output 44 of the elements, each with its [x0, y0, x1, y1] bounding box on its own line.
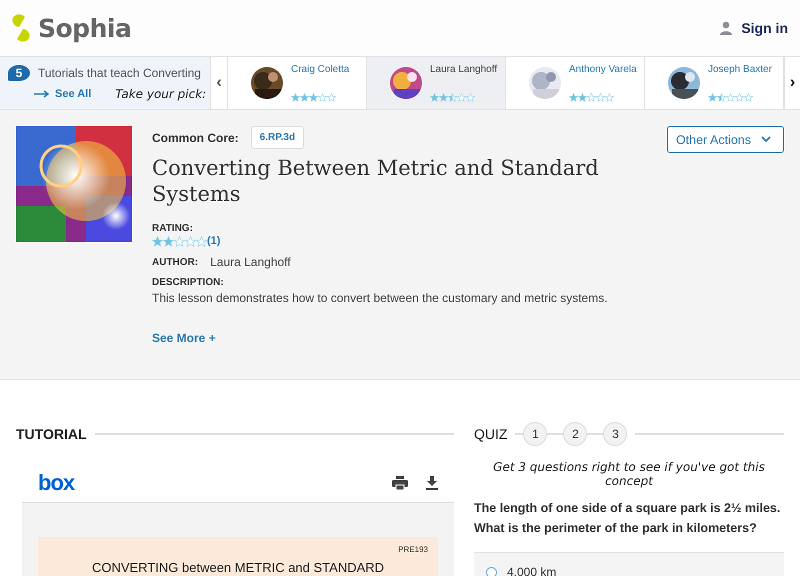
person-icon	[719, 21, 734, 35]
logo-icon	[10, 14, 32, 42]
tutor-card[interactable]: Joseph Baxter	[645, 57, 784, 109]
description-text: This lesson demonstrates how to convert between the customary and metric systems.	[152, 291, 609, 305]
quiz-prompt: Get 3 questions right to see if you've got this concept	[492, 460, 766, 488]
document-code: PRE193	[398, 545, 428, 554]
count-badge: 5	[8, 65, 30, 81]
sign-in-link[interactable]: Sign in	[719, 20, 788, 36]
download-icon[interactable]	[426, 476, 438, 490]
see-all-link[interactable]: See All	[34, 88, 92, 100]
chevron-down-icon	[761, 136, 771, 143]
tutorial-heading: TUTORIAL	[16, 426, 87, 442]
logo-text[interactable]: Sophia	[38, 14, 132, 42]
question-step: 3	[603, 422, 628, 446]
author-label: AUTHOR:	[152, 256, 198, 268]
previous-button[interactable]: ‹	[210, 57, 228, 109]
standard-tag[interactable]: 6.RP.3d	[250, 126, 304, 149]
question-step: 1	[523, 422, 548, 446]
box-logo: box	[38, 470, 74, 496]
document-title: CONVERTING between METRIC and STANDARD	[92, 560, 384, 575]
tutor-card[interactable]: Anthony Varela	[506, 57, 645, 109]
tutor-card[interactable]: Laura Langhoff	[367, 57, 506, 109]
author-name: Laura Langhoff	[210, 255, 291, 269]
common-core-label: Common Core:	[152, 130, 239, 144]
radio-button[interactable]	[486, 566, 497, 576]
quiz-heading: QUIZ	[474, 426, 508, 442]
other-actions-button[interactable]: Other Actions	[666, 126, 784, 153]
carousel-title: Tutorials that teach Converting	[38, 66, 201, 80]
question-step: 2	[563, 422, 588, 446]
see-more-link[interactable]: See More +	[152, 331, 647, 345]
question-text: The length of one side of a square park is 2½ miles. What is the perimeter of the park in kilometers?	[474, 500, 782, 537]
pick-caption: Take your pick:	[115, 87, 206, 101]
arrow-icon	[34, 90, 50, 98]
rating-count[interactable]: (1)	[207, 235, 220, 247]
answer-option[interactable]: 4.000 km	[474, 553, 784, 576]
tutor-name: Craig Coletta	[291, 64, 350, 75]
rating-label: RATING:	[152, 223, 194, 234]
tutor-name: Laura Langhoff	[430, 64, 498, 75]
description-label: DESCRIPTION:	[152, 277, 225, 288]
print-icon[interactable]	[392, 476, 408, 490]
lesson-title: Converting Between Metric and Standard Systems	[152, 155, 600, 207]
tutor-name: Joseph Baxter	[708, 64, 772, 75]
tutor-name: Anthony Varela	[569, 64, 637, 75]
tutor-card[interactable]: Craig Coletta	[228, 57, 367, 109]
